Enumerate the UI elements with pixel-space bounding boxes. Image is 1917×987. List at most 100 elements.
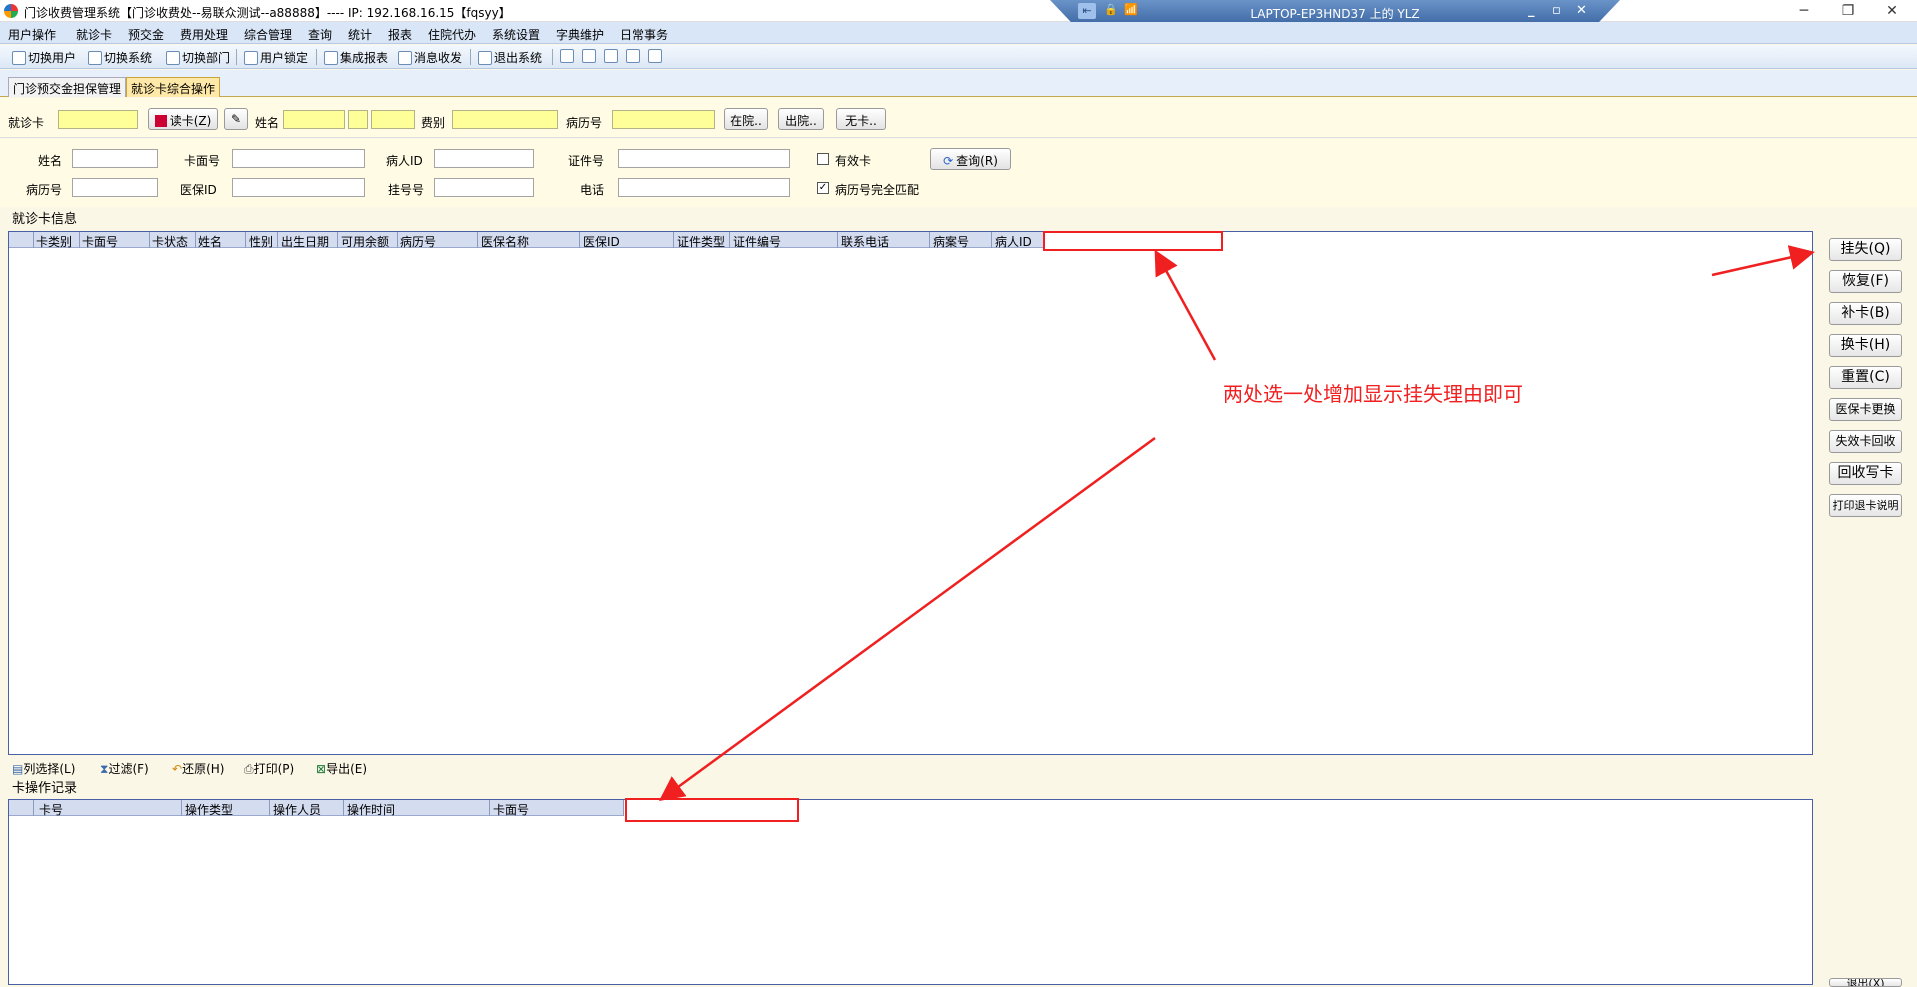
exit-button[interactable]: 退出(X) [1829,978,1902,987]
col-card-no[interactable]: 卡号 [39,801,63,818]
tab-card-operations[interactable]: 就诊卡综合操作 [126,77,221,97]
report-loss-button[interactable]: 挂失(Q) [1829,238,1902,261]
col-sep [33,232,34,248]
reset-button[interactable]: 重置(C) [1829,366,1902,389]
valid-card-checkbox[interactable] [817,153,829,165]
phone-input[interactable] [618,178,790,197]
exit-system-button[interactable]: 退出系统 [478,49,542,66]
menu-query[interactable]: 查询 [308,26,332,43]
column-select-button[interactable]: ▤列选择(L) [12,760,75,777]
minimize-button[interactable]: ─ [1782,0,1826,22]
menu-dictionary[interactable]: 字典维护 [556,26,604,43]
window-title: 门诊收费管理系统【门诊收费处--易联众测试--a88888】---- IP: 1… [24,6,511,20]
recover-button[interactable]: 恢复(F) [1829,270,1902,293]
col-gender[interactable]: 性别 [249,233,273,250]
col-name[interactable]: 姓名 [198,233,222,250]
reissue-card-button[interactable]: 补卡(B) [1829,302,1902,325]
window-tool-button[interactable] [648,49,664,63]
menu-card[interactable]: 就诊卡 [76,26,112,43]
col-card-status[interactable]: 卡状态 [152,233,188,250]
menu-report[interactable]: 报表 [388,26,412,43]
op-records-grid[interactable]: 卡号 操作类型 操作人员 操作时间 卡面号 [8,799,1813,985]
menu-settings[interactable]: 系统设置 [492,26,540,43]
export-button[interactable]: ⊠导出(E) [316,760,367,777]
col-card-type[interactable]: 卡类别 [36,233,72,250]
menu-deposit[interactable]: 预交金 [128,26,164,43]
tree-tool-button[interactable] [582,49,598,63]
col-op-type[interactable]: 操作类型 [185,801,233,818]
insurance-card-change-button[interactable]: 医保卡更换 [1829,398,1902,421]
switch-dept-button[interactable]: 切换部门 [166,49,230,66]
col-patient-id[interactable]: 病人ID [995,233,1032,250]
in-hospital-button[interactable]: 在院.. [724,108,768,130]
insurance-id-label: 医保ID [180,183,217,197]
col-record-no[interactable]: 病历号 [400,233,436,250]
rdp-close-button[interactable]: ✕ [1576,3,1587,18]
card-input[interactable] [58,110,138,129]
insurance-id-input[interactable] [232,178,365,197]
exact-match-checkbox[interactable]: ✓ [817,182,829,194]
no-card-button[interactable]: 无卡.. [836,108,886,130]
menu-daily[interactable]: 日常事务 [620,26,668,43]
menu-inpatient[interactable]: 住院代办 [428,26,476,43]
col-cert-type[interactable]: 证件类型 [677,233,725,250]
switch-system-button[interactable]: 切换系统 [88,49,152,66]
replace-card-button[interactable]: 换卡(H) [1829,334,1902,357]
query-button[interactable]: ⟳ 查询(R) [930,148,1011,170]
card-reader-icon [154,115,167,127]
check-tool-button[interactable] [604,49,620,63]
restore-button[interactable]: ↶还原(H) [172,760,224,777]
tab-deposit-guarantee[interactable]: 门诊预交金担保管理 [8,77,127,97]
filter-button[interactable]: ⧗过滤(F) [100,760,149,777]
discharge-button[interactable]: 出院.. [778,108,824,130]
integrated-report-button[interactable]: 集成报表 [324,49,388,66]
print-return-note-button[interactable]: 打印退卡说明 [1829,494,1902,517]
name-label: 姓名 [255,116,280,130]
clear-button[interactable]: ✎ [224,108,248,130]
menu-fee[interactable]: 费用处理 [180,26,228,43]
col-sep [149,232,150,248]
patient-id-input[interactable] [434,149,534,168]
maximize-button[interactable]: ❐ [1826,0,1870,22]
col-phone[interactable]: 联系电话 [841,233,889,250]
card-label: 就诊卡 [8,116,45,130]
invalid-card-recycle-button[interactable]: 失效卡回收 [1829,430,1902,453]
switch-user-button[interactable]: 切换用户 [12,49,76,66]
menu-stats[interactable]: 统计 [348,26,372,43]
rdp-restore-button[interactable]: ▫ [1552,3,1561,18]
lock-user-button[interactable]: 用户锁定 [244,49,308,66]
card-info-grid[interactable]: 卡类别 卡面号 卡状态 姓名 性别 出生日期 可用余额 病历号 医保名称 医保I… [8,231,1813,755]
col-record-card-face-no[interactable]: 卡面号 [493,801,529,818]
rdp-minimize-button[interactable]: _ [1528,3,1535,18]
cert-no-input[interactable] [618,149,790,168]
card-face-no-input[interactable] [232,149,365,168]
col-sep [477,232,478,248]
col-card-face-no[interactable]: 卡面号 [82,233,118,250]
edit-tool-button[interactable] [560,49,576,63]
read-card-button[interactable]: 读卡(Z) [148,108,218,130]
reg-no-input[interactable] [434,178,534,197]
col-insurance-name[interactable]: 医保名称 [481,233,529,250]
col-operator[interactable]: 操作人员 [273,801,321,818]
messages-button[interactable]: 消息收发 [398,49,462,66]
close-button[interactable]: ✕ [1870,0,1914,22]
layout-tool-button[interactable] [626,49,642,63]
toolbar-separator [470,49,471,65]
record-no-label: 病历号 [566,116,603,130]
recycle-write-card-button[interactable]: 回收写卡 [1829,462,1902,485]
col-sep [195,232,196,248]
col-balance[interactable]: 可用余额 [341,233,389,250]
search-record-no-input[interactable] [72,178,158,197]
col-case-no[interactable]: 病案号 [933,233,969,250]
col-sep [79,232,80,248]
col-op-time[interactable]: 操作时间 [347,801,395,818]
menu-general[interactable]: 综合管理 [244,26,292,43]
col-cert-no[interactable]: 证件编号 [733,233,781,250]
col-birth-date[interactable]: 出生日期 [281,233,329,250]
col-sep [991,232,992,248]
print-button[interactable]: ⎙打印(P) [244,760,294,777]
menu-user-ops[interactable]: 用户操作 [8,26,56,43]
col-insurance-id[interactable]: 医保ID [583,233,620,250]
fee-type-display [452,110,558,129]
search-name-input[interactable] [72,149,158,168]
